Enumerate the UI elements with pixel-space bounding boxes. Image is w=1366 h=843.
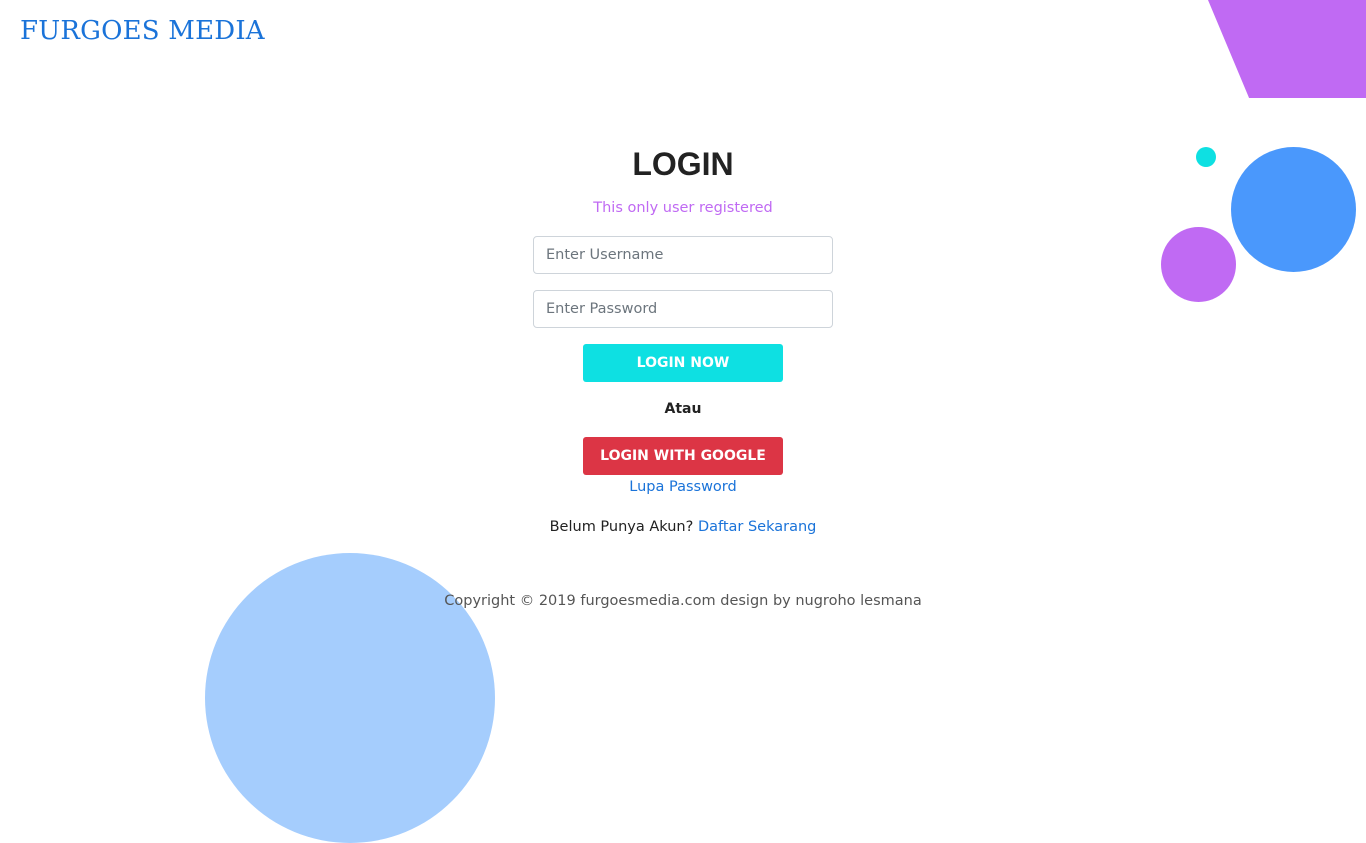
forgot-password-row: Lupa Password <box>0 479 1366 495</box>
password-input[interactable] <box>533 290 833 328</box>
login-subtitle: This only user registered <box>593 200 773 216</box>
register-row: Belum Punya Akun? Daftar Sekarang <box>0 519 1366 535</box>
register-link[interactable]: Daftar Sekarang <box>698 519 816 535</box>
forgot-password-link[interactable]: Lupa Password <box>629 479 736 495</box>
page-title: LOGIN <box>632 146 734 182</box>
register-prompt: Belum Punya Akun? <box>549 519 698 535</box>
login-now-button[interactable]: LOGIN NOW <box>583 344 783 382</box>
decorative-purple-trapezoid <box>1208 0 1366 98</box>
brand-logo-text[interactable]: FURGOES MEDIA <box>20 16 265 46</box>
login-with-google-button[interactable]: LOGIN WITH GOOGLE <box>583 437 783 475</box>
decorative-purple-circle <box>1161 227 1236 302</box>
footer-copyright: Copyright © 2019 furgoesmedia.com design… <box>444 593 922 609</box>
separator-text: Atau <box>664 401 702 417</box>
username-input[interactable] <box>533 236 833 274</box>
